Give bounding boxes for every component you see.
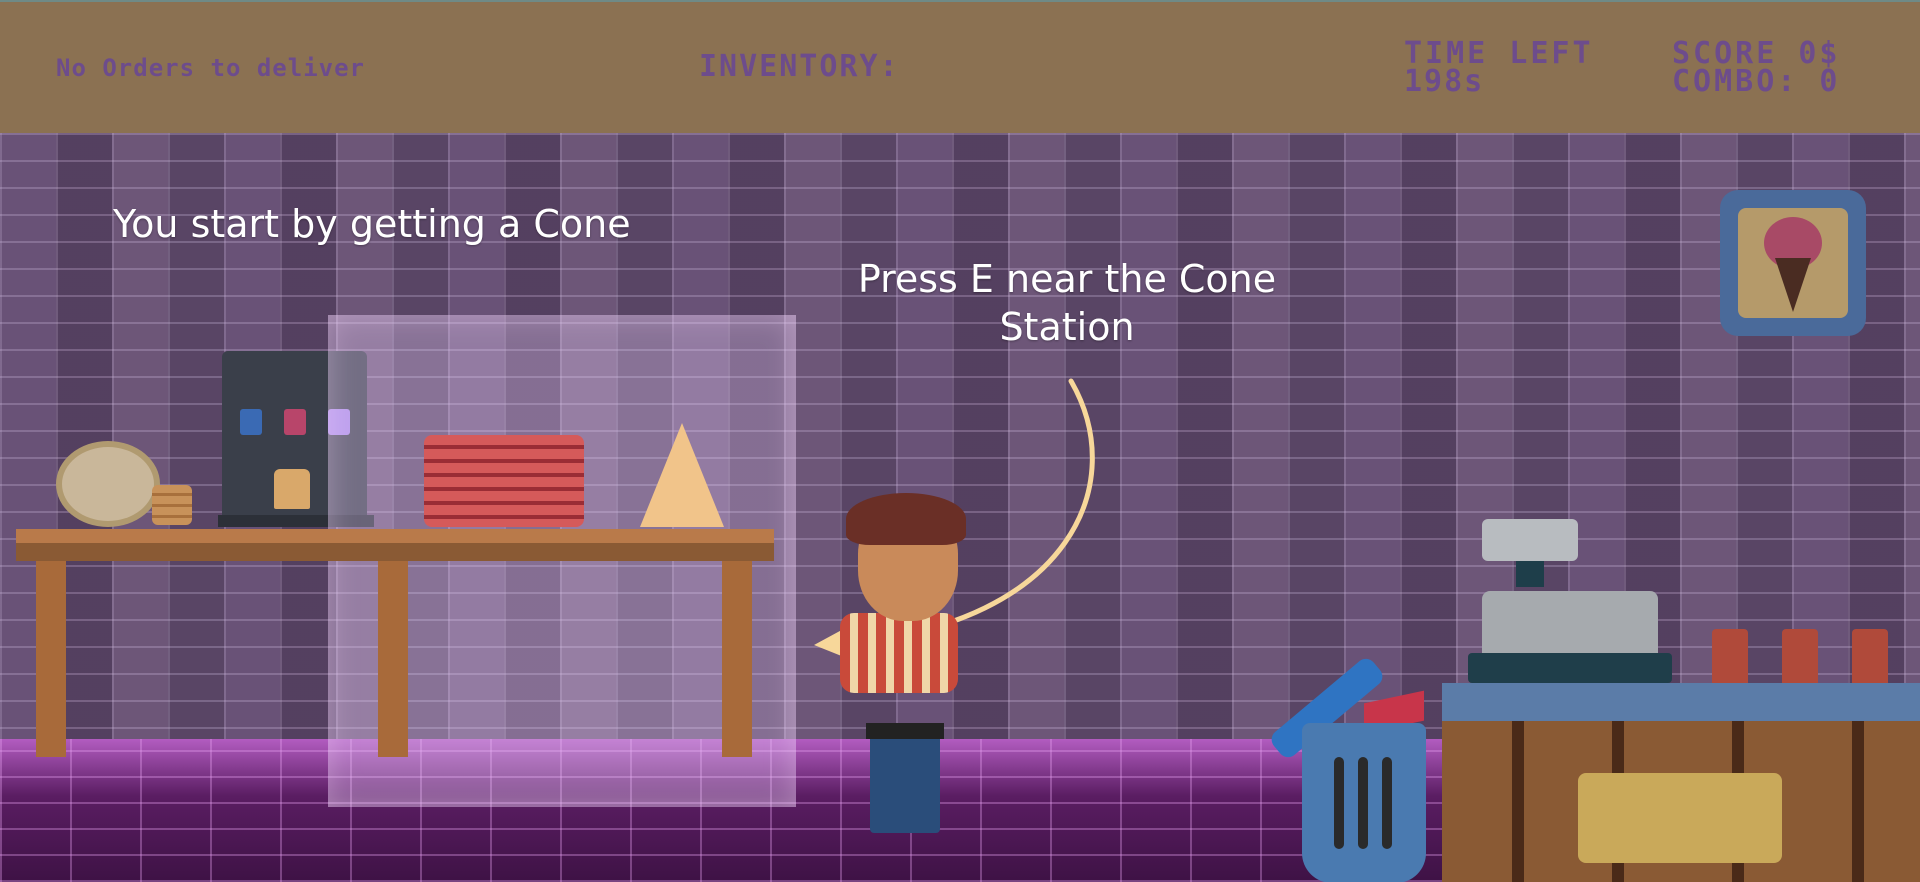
counter-sign [1578,773,1782,863]
plate [56,441,160,527]
pancake-stack [152,485,192,525]
orders-status: No Orders to deliver [56,54,365,82]
cone-station-table-leg [378,561,408,757]
nozzle-pink [284,409,306,435]
register-display [1482,519,1578,561]
register-base [1468,653,1672,683]
trash-stripe [1334,757,1344,849]
nozzle-blue [240,409,262,435]
register-stem [1516,561,1544,587]
left-table-leg [36,561,66,757]
left-table-top [16,529,376,561]
inventory-label: INVENTORY: [699,49,900,84]
combo-display: COMBO: 0 [1672,64,1841,99]
character-shirt [840,613,958,693]
counter-top [1442,683,1920,721]
cup [1852,629,1888,683]
game-scene[interactable]: You start by getting a Cone Press E near… [0,133,1920,882]
cup [1782,629,1818,683]
trash-stripe [1358,757,1368,849]
cupcake-icon [274,469,310,509]
time-left-value: 198s [1404,64,1485,99]
tray-stack [424,435,584,527]
counter-slat [1512,721,1524,882]
counter-slat [1852,721,1864,882]
trash-stripe [1382,757,1392,849]
tutorial-message-2: Press E near the Cone Station [857,257,1277,349]
cone-stack-icon[interactable] [640,423,724,527]
picture-cone-icon [1775,258,1811,312]
character-hair [846,493,966,545]
cone-station-table-leg [722,561,752,757]
tutorial-message-1: You start by getting a Cone [113,202,631,246]
character-legs [870,733,940,833]
cup [1712,629,1748,683]
hud-bar: No Orders to deliver INVENTORY: TIME LEF… [0,0,1920,133]
character-belt [866,723,944,739]
cone-station-table-top [328,529,774,561]
